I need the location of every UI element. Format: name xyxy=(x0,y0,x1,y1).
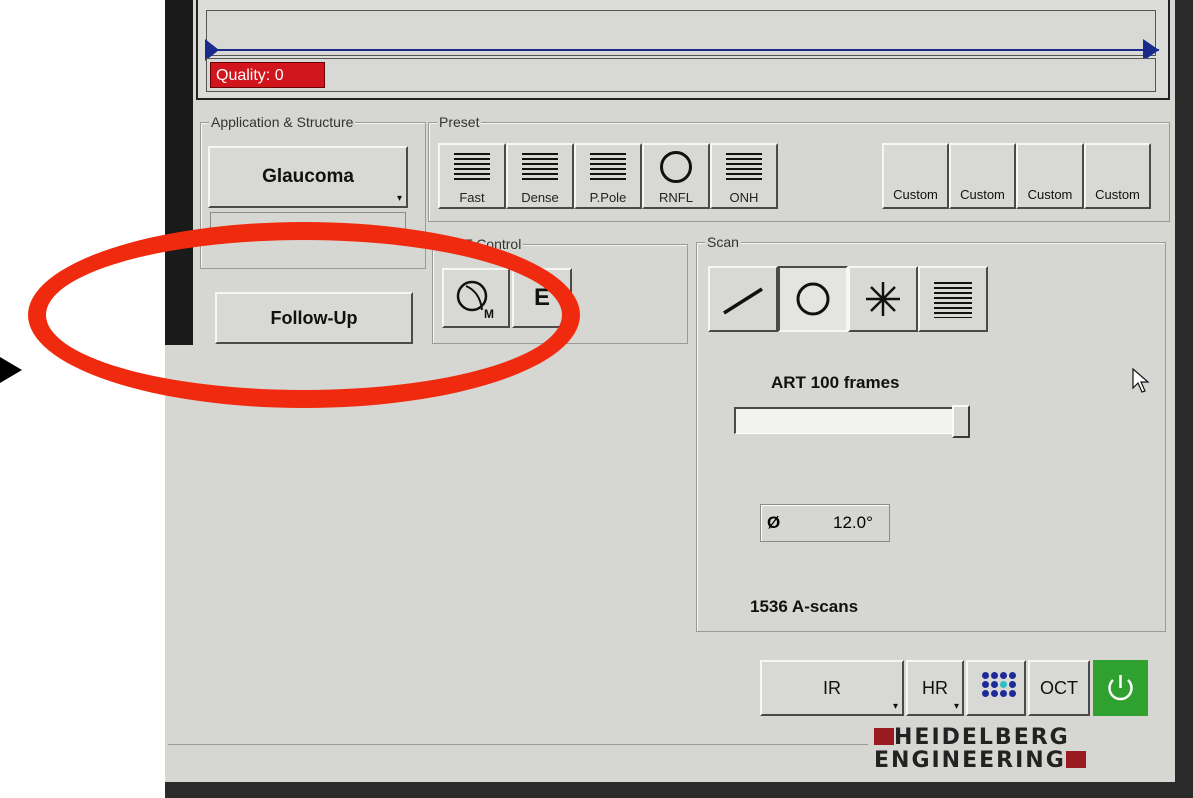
scan-diameter-field[interactable]: Ø 12.0° xyxy=(760,504,890,542)
logo-line-2: ENGINEERING xyxy=(874,748,1066,773)
star-scan-icon xyxy=(866,282,900,316)
scan-line-panel xyxy=(205,10,1159,61)
power-icon xyxy=(1108,675,1133,701)
scan-line xyxy=(211,49,1159,51)
scan-label: Scan xyxy=(705,234,741,250)
monitor-bezel-right xyxy=(1175,0,1193,798)
heidelberg-logo: HEIDELBERG ENGINEERING xyxy=(874,726,1086,772)
annotation-arrow-icon xyxy=(0,357,22,383)
mouse-pointer-icon xyxy=(1132,368,1150,393)
horizontal-lines-icon xyxy=(726,153,762,183)
horizontal-lines-icon xyxy=(522,153,558,183)
ascans-count: 1536 A-scans xyxy=(750,597,859,616)
quality-indicator: Quality: 0 xyxy=(210,62,325,88)
preset-rnfl-button[interactable]: RNFL xyxy=(642,143,710,209)
preset-fast-button[interactable]: Fast xyxy=(438,143,506,209)
raster-scan-icon xyxy=(934,282,972,318)
scan-preview-strip: Quality: 0 xyxy=(196,0,1170,100)
preset-onh-button[interactable]: ONH xyxy=(710,143,778,209)
fixation-grid-icon xyxy=(982,672,1016,697)
preset-dense-label: Dense xyxy=(521,190,559,205)
fixation-target-button[interactable] xyxy=(966,660,1026,716)
circle-scan-icon xyxy=(796,282,830,316)
line-scan-icon xyxy=(723,287,763,315)
custom-preset-2-button[interactable]: Custom xyxy=(949,143,1016,209)
application-dropdown[interactable]: Glaucoma ▾ xyxy=(208,146,408,208)
monitor-bezel-bottom xyxy=(165,782,1193,798)
chevron-down-icon: ▾ xyxy=(396,193,402,204)
chevron-down-icon: ▾ xyxy=(953,701,959,712)
horizontal-lines-icon xyxy=(454,153,490,183)
chevron-down-icon: ▾ xyxy=(892,701,898,712)
circle-scan-button[interactable] xyxy=(778,266,848,332)
quality-bar: Quality: 0 xyxy=(206,58,1156,92)
custom-preset-label: Custom xyxy=(960,187,1005,202)
diameter-value: 12.0° xyxy=(833,513,873,532)
line-scan-button[interactable] xyxy=(708,266,778,332)
ir-mode-dropdown[interactable]: IR ▾ xyxy=(760,660,904,716)
circle-icon xyxy=(660,151,692,183)
preset-rnfl-label: RNFL xyxy=(659,190,693,205)
preset-onh-label: ONH xyxy=(729,190,759,205)
art-frames-label: ART 100 frames xyxy=(771,373,900,392)
preset-label: Preset xyxy=(437,114,482,130)
power-button[interactable] xyxy=(1093,660,1148,716)
logo-square-icon xyxy=(1065,751,1086,768)
art-frames-slider[interactable] xyxy=(734,407,968,434)
oct-button[interactable]: OCT xyxy=(1028,660,1090,716)
custom-preset-1-button[interactable]: Custom xyxy=(882,143,949,209)
custom-preset-label: Custom xyxy=(1027,187,1073,202)
custom-preset-3-button[interactable]: Custom xyxy=(1016,143,1084,209)
art-frames-slider-thumb[interactable] xyxy=(952,405,970,438)
preset-ppole-button[interactable]: P.Pole xyxy=(574,143,642,209)
preset-ppole-label: P.Pole xyxy=(589,190,627,205)
preset-dense-button[interactable]: Dense xyxy=(506,143,574,209)
custom-preset-label: Custom xyxy=(893,187,938,202)
custom-preset-4-button[interactable]: Custom xyxy=(1084,143,1151,209)
horizontal-lines-icon xyxy=(590,153,626,183)
ir-label: IR xyxy=(823,677,841,698)
hr-label: HR xyxy=(922,677,948,698)
logo-square-icon xyxy=(874,728,894,745)
logo-line-1: HEIDELBERG xyxy=(894,725,1070,750)
raster-scan-button[interactable] xyxy=(918,266,988,332)
application-structure-label: Application & Structure xyxy=(209,114,356,130)
application-value: Glaucoma xyxy=(262,166,354,187)
custom-preset-label: Custom xyxy=(1095,187,1140,202)
oct-label: OCT xyxy=(1040,677,1078,698)
diameter-symbol: Ø xyxy=(767,513,781,532)
annotation-red-ellipse xyxy=(28,222,580,408)
star-scan-button[interactable] xyxy=(848,266,918,332)
divider xyxy=(168,744,868,745)
hr-mode-dropdown[interactable]: HR ▾ xyxy=(906,660,964,716)
preset-fast-label: Fast xyxy=(459,190,485,205)
